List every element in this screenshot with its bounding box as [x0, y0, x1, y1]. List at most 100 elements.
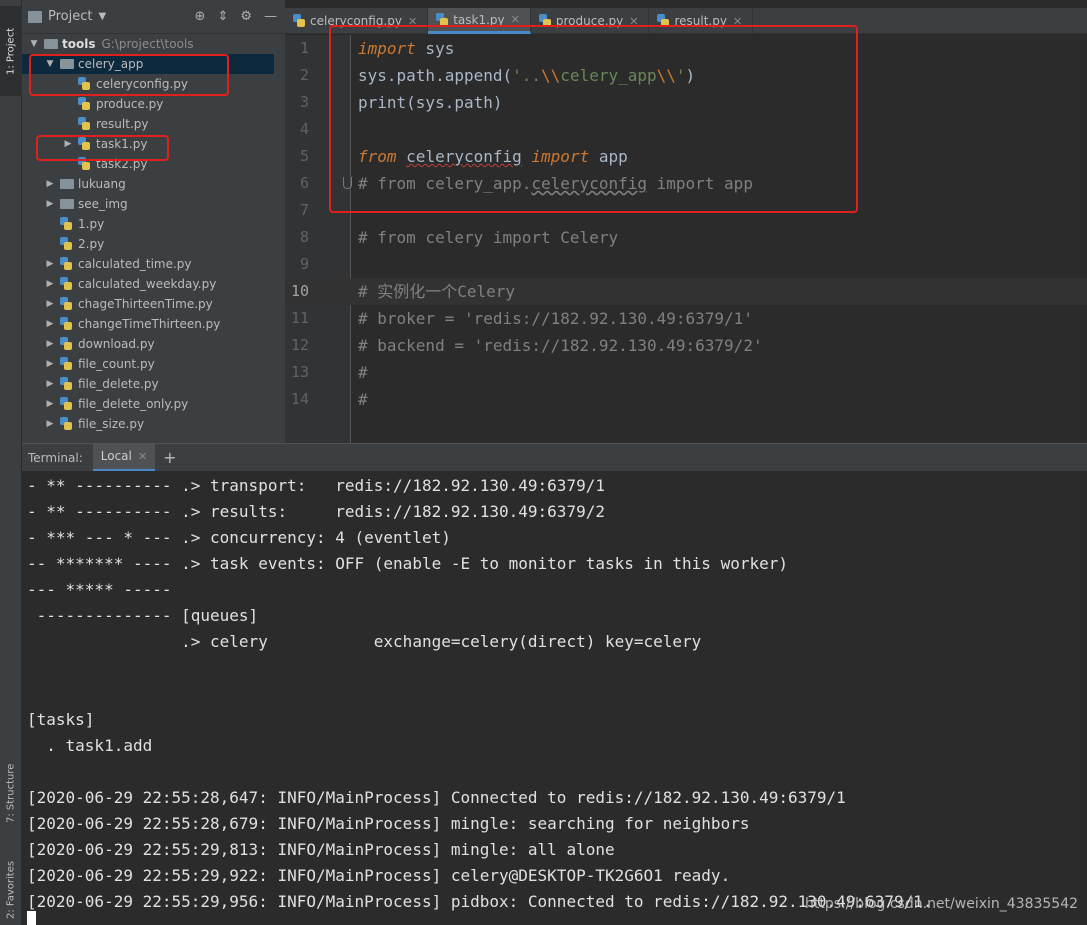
line-number: 12 — [290, 336, 309, 354]
python-file-icon — [60, 217, 72, 231]
terminal-tab-bar: Terminal: Local ✕ + — [22, 443, 1087, 472]
terminal-line: [2020-06-29 22:55:28,647: INFO/MainProce… — [27, 788, 846, 807]
tree-item[interactable]: 2.py — [22, 234, 274, 254]
collapse-arrow-icon[interactable]: ▶ — [44, 294, 56, 314]
tree-item-name: 2.py — [78, 237, 105, 251]
collapse-all-icon[interactable]: ⇕ — [217, 9, 228, 24]
terminal-line: - ** ---------- .> transport: redis://18… — [27, 476, 605, 495]
tree-item-label: changeTimeThirteen.py — [78, 314, 220, 334]
close-icon[interactable]: ✕ — [138, 450, 147, 463]
tree-item[interactable]: ▶ see_img — [22, 194, 274, 214]
tree-item[interactable]: ▶ changeTimeThirteen.py — [22, 314, 274, 334]
code-line[interactable]: 8 # from celery import Celery — [285, 224, 1087, 251]
tree-item-label: file_size.py — [78, 414, 144, 434]
line-number: 2 — [299, 66, 309, 84]
chevron-down-icon[interactable]: ▼ — [98, 11, 106, 22]
collapse-arrow-icon[interactable]: ▶ — [44, 174, 56, 194]
tree-item[interactable]: ▶ file_delete.py — [22, 374, 274, 394]
tree-item[interactable]: ▶ calculated_time.py — [22, 254, 274, 274]
tree-item[interactable]: ▶ file_delete_only.py — [22, 394, 274, 414]
locate-file-icon[interactable]: ⊕ — [195, 9, 206, 24]
tree-item[interactable]: ▶ file_count.py — [22, 354, 274, 374]
tree-item[interactable]: ▶ calculated_weekday.py — [22, 274, 274, 294]
python-file-icon — [60, 377, 72, 391]
tree-item-name: produce.py — [96, 97, 164, 111]
tree-item-name: 1.py — [78, 217, 105, 231]
code-line[interactable]: 9 — [285, 251, 1087, 278]
line-number: 14 — [290, 390, 309, 408]
tree-item[interactable]: ▼ tools G:\project\tools — [22, 34, 274, 54]
line-number: 10 — [290, 282, 309, 300]
tree-item-label: file_count.py — [78, 354, 155, 374]
tree-item[interactable]: ▶ file_size.py — [22, 414, 274, 434]
tree-item[interactable]: result.py — [22, 114, 274, 134]
minimize-icon[interactable]: — — [264, 9, 277, 24]
annotation-box-celery-app — [29, 54, 229, 96]
tree-item[interactable]: produce.py — [22, 94, 274, 114]
python-file-icon — [60, 357, 72, 371]
terminal-title: Terminal: — [28, 450, 83, 465]
tree-item[interactable]: ▶ chageThirteenTime.py — [22, 294, 274, 314]
annotation-box-code — [329, 25, 858, 213]
code-text: # 实例化一个Celery — [358, 282, 516, 301]
tree-item-label: download.py — [78, 334, 155, 354]
terminal-line: [2020-06-29 22:55:28,679: INFO/MainProce… — [27, 814, 750, 833]
structure-tool-tab[interactable]: 7: Structure — [0, 758, 22, 828]
terminal-line: -------------- [queues] — [27, 606, 259, 625]
python-file-icon — [60, 417, 72, 431]
collapse-arrow-icon[interactable]: ▶ — [44, 374, 56, 394]
collapse-arrow-icon[interactable]: ▶ — [44, 354, 56, 374]
tree-item-label: calculated_time.py — [78, 254, 192, 274]
tree-item[interactable]: ▶ download.py — [22, 334, 274, 354]
project-folder-icon — [28, 10, 42, 23]
terminal-tab-local[interactable]: Local ✕ — [92, 443, 156, 472]
tree-item-label: tools G:\project\tools — [62, 34, 194, 54]
add-terminal-button[interactable]: + — [163, 448, 176, 467]
collapse-arrow-icon[interactable]: ▶ — [44, 274, 56, 294]
tree-item-name: file_delete.py — [78, 377, 159, 391]
collapse-arrow-icon[interactable]: ▶ — [44, 314, 56, 334]
code-line[interactable]: 12 # backend = 'redis://182.92.130.49:637… — [285, 332, 1087, 359]
line-number: 7 — [299, 201, 309, 219]
terminal-tab-label: Local — [100, 449, 132, 463]
collapse-arrow-icon[interactable]: ▶ — [44, 334, 56, 354]
tree-item-name: tools — [62, 37, 96, 51]
code-line[interactable]: 10 # 实例化一个Celery — [285, 278, 1087, 305]
terminal-cursor — [27, 911, 36, 925]
terminal-output[interactable]: - ** ---------- .> transport: redis://18… — [22, 471, 1087, 925]
collapse-arrow-icon[interactable]: ▶ — [44, 254, 56, 274]
expand-arrow-icon[interactable]: ▼ — [28, 34, 40, 54]
favorites-tool-tab[interactable]: 2: Favorites — [0, 855, 22, 925]
tree-item-name: calculated_weekday.py — [78, 277, 217, 291]
project-tool-tab[interactable]: 1: Project — [0, 6, 22, 96]
python-file-icon — [60, 297, 72, 311]
code-text: # — [358, 363, 368, 382]
code-line[interactable]: 11 # broker = 'redis://182.92.130.49:6379… — [285, 305, 1087, 332]
terminal-line: [tasks] — [27, 710, 95, 729]
tree-item[interactable]: 1.py — [22, 214, 274, 234]
python-file-icon — [60, 277, 72, 291]
tree-item-name: file_count.py — [78, 357, 155, 371]
line-number: 6 — [299, 174, 309, 192]
line-number: 11 — [290, 309, 309, 327]
python-file-icon — [78, 117, 90, 131]
terminal-line: - *** --- * --- .> concurrency: 4 (event… — [27, 528, 451, 547]
line-number: 13 — [290, 363, 309, 381]
project-panel-title[interactable]: Project — [48, 9, 92, 24]
tree-item-name: changeTimeThirteen.py — [78, 317, 221, 331]
gear-icon[interactable]: ⚙ — [240, 9, 252, 24]
code-line[interactable]: 14 # — [285, 386, 1087, 413]
tree-item-name: lukuang — [78, 177, 126, 191]
watermark: https://blog.csdn.net/weixin_43835542 — [805, 896, 1079, 912]
python-file-icon — [60, 237, 72, 251]
tree-item-name: file_size.py — [78, 417, 145, 431]
tree-item[interactable]: ▶ lukuang — [22, 174, 274, 194]
collapse-arrow-icon[interactable]: ▶ — [44, 194, 56, 214]
code-line[interactable]: 13 # — [285, 359, 1087, 386]
folder-icon — [44, 39, 58, 49]
collapse-arrow-icon[interactable]: ▶ — [44, 414, 56, 434]
tree-item-label: produce.py — [96, 94, 163, 114]
tree-item-label: see_img — [78, 194, 128, 214]
code-text: # backend = 'redis://182.92.130.49:6379/… — [358, 336, 763, 355]
collapse-arrow-icon[interactable]: ▶ — [44, 394, 56, 414]
